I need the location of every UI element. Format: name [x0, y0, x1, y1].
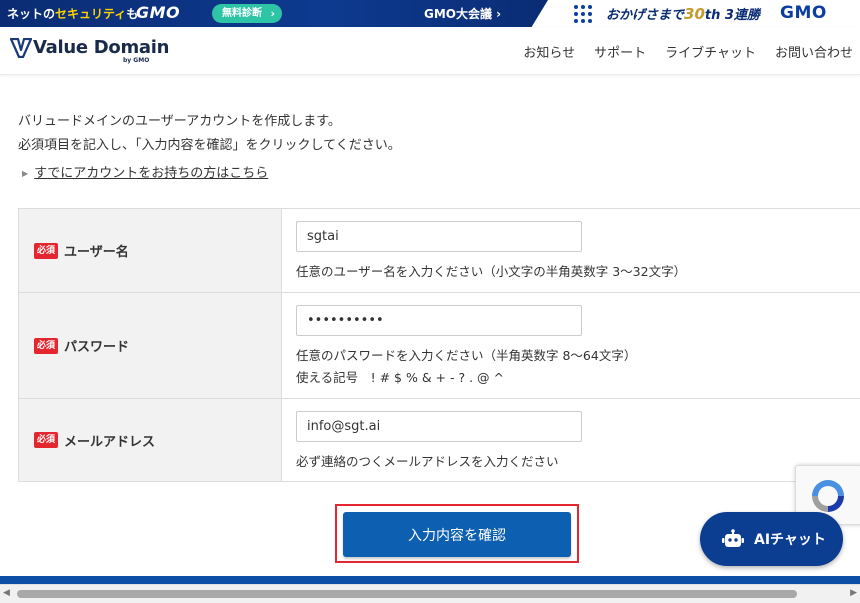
password-hint-length: 任意のパスワードを入力ください（半角英数字 8〜64文字）: [296, 348, 637, 363]
required-badge: 必須: [34, 337, 59, 354]
gmo-logo-right: GMO: [780, 3, 827, 23]
footer-stripe: [0, 576, 860, 584]
form-row-email: 必須 メールアドレス 必ず連絡のつくメールアドレスを入力ください: [18, 399, 860, 482]
scroll-right-icon[interactable]: ▶: [850, 588, 857, 598]
email-label: メールアドレス: [64, 434, 156, 450]
intro-text: バリュードメインのユーザーアカウントを作成します。 必須項目を記入し、「入力内容…: [18, 110, 401, 158]
label-cell-username: 必須 ユーザー名: [18, 209, 282, 292]
label-cell-password: 必須 パスワード: [18, 293, 282, 398]
gmo-banner-left[interactable]: ネットのセキュリティも GMO 無料診断 › GMO大会議 ›: [0, 0, 548, 27]
gmo-conference-link[interactable]: GMO大会議 ›: [424, 5, 501, 22]
intro-line-1: バリュードメインのユーザーアカウントを作成します。: [18, 114, 341, 129]
ai-chat-label: AIチャット: [754, 532, 826, 548]
form-row-password: 必須 パスワード 任意のパスワードを入力ください（半角英数字 8〜64文字） 使…: [18, 293, 860, 399]
v-logo-icon: [10, 38, 32, 58]
header-nav: お知らせ サポート ライブチャット お問い合わせ: [523, 42, 853, 61]
gmo-security-text: ネットのセキュリティも: [7, 7, 139, 21]
existing-account-link[interactable]: すでにアカウントをお持ちの方はこちら: [34, 166, 268, 181]
nav-news[interactable]: お知らせ: [523, 42, 575, 61]
input-cell-email: 必ず連絡のつくメールアドレスを入力ください: [282, 399, 860, 481]
gmo-top-banner: ネットのセキュリティも GMO 無料診断 › GMO大会議 › おかげさまで30t…: [0, 0, 860, 27]
okage-text: おかげさまで30th 3連勝: [606, 5, 760, 23]
gmo-logo: GMO: [136, 3, 181, 22]
password-hint: 任意のパスワードを入力ください（半角英数字 8〜64文字） 使える記号 ! # …: [296, 345, 860, 389]
form-row-username: 必須 ユーザー名 任意のユーザー名を入力ください（小文字の半角英数字 3〜32文…: [18, 209, 860, 293]
free-diagnosis-button[interactable]: 無料診断 ›: [212, 4, 282, 23]
recaptcha-icon: [812, 480, 844, 512]
robot-icon: [722, 529, 744, 547]
nav-contact[interactable]: お問い合わせ: [775, 42, 853, 61]
intro-line-2: 必須項目を記入し、「入力内容を確認」をクリックしてください。: [18, 138, 401, 153]
submit-highlight-frame: 入力内容を確認: [335, 504, 579, 563]
input-cell-password: 任意のパスワードを入力ください（半角英数字 8〜64文字） 使える記号 ! # …: [282, 293, 860, 398]
required-badge: 必須: [34, 432, 59, 448]
brand-name: Value Domain: [33, 37, 170, 58]
label-cell-email: 必須 メールアドレス: [18, 399, 282, 481]
password-input[interactable]: [296, 305, 582, 336]
dots-logo-icon: [574, 5, 592, 23]
username-hint: 任意のユーザー名を入力ください（小文字の半角英数字 3〜32文字）: [296, 264, 687, 279]
email-hint: 必ず連絡のつくメールアドレスを入力ください: [296, 454, 559, 469]
triangle-right-icon: ▶: [22, 169, 29, 178]
gmo-banner-right[interactable]: おかげさまで30th 3連勝 GMO: [560, 0, 860, 27]
input-cell-username: 任意のユーザー名を入力ください（小文字の半角英数字 3〜32文字）: [282, 209, 860, 292]
username-label: ユーザー名: [64, 245, 129, 260]
existing-account-row: ▶ すでにアカウントをお持ちの方はこちら: [22, 162, 268, 181]
nav-live-chat[interactable]: ライブチャット: [665, 42, 756, 61]
brand-by-gmo: by GMO: [123, 57, 150, 64]
password-hint-symbols: 使える記号 ! # $ % & + - ? . @ ^: [296, 370, 504, 385]
username-input[interactable]: [296, 221, 582, 252]
scroll-left-icon[interactable]: ◀: [3, 588, 10, 598]
ai-chat-button[interactable]: AIチャット: [700, 512, 843, 566]
chevron-right-icon: ›: [270, 7, 275, 20]
registration-form: 必須 ユーザー名 任意のユーザー名を入力ください（小文字の半角英数字 3〜32文…: [18, 208, 860, 482]
scrollbar-thumb[interactable]: [17, 590, 797, 598]
horizontal-scrollbar[interactable]: ◀ ▶: [0, 584, 860, 603]
email-input[interactable]: [296, 411, 582, 442]
confirm-input-button[interactable]: 入力内容を確認: [343, 512, 571, 557]
site-header: Value Domain by GMO お知らせ サポート ライブチャット お問…: [0, 27, 860, 75]
password-label: パスワード: [64, 340, 130, 355]
nav-support[interactable]: サポート: [594, 42, 646, 61]
required-badge: 必須: [34, 242, 59, 259]
